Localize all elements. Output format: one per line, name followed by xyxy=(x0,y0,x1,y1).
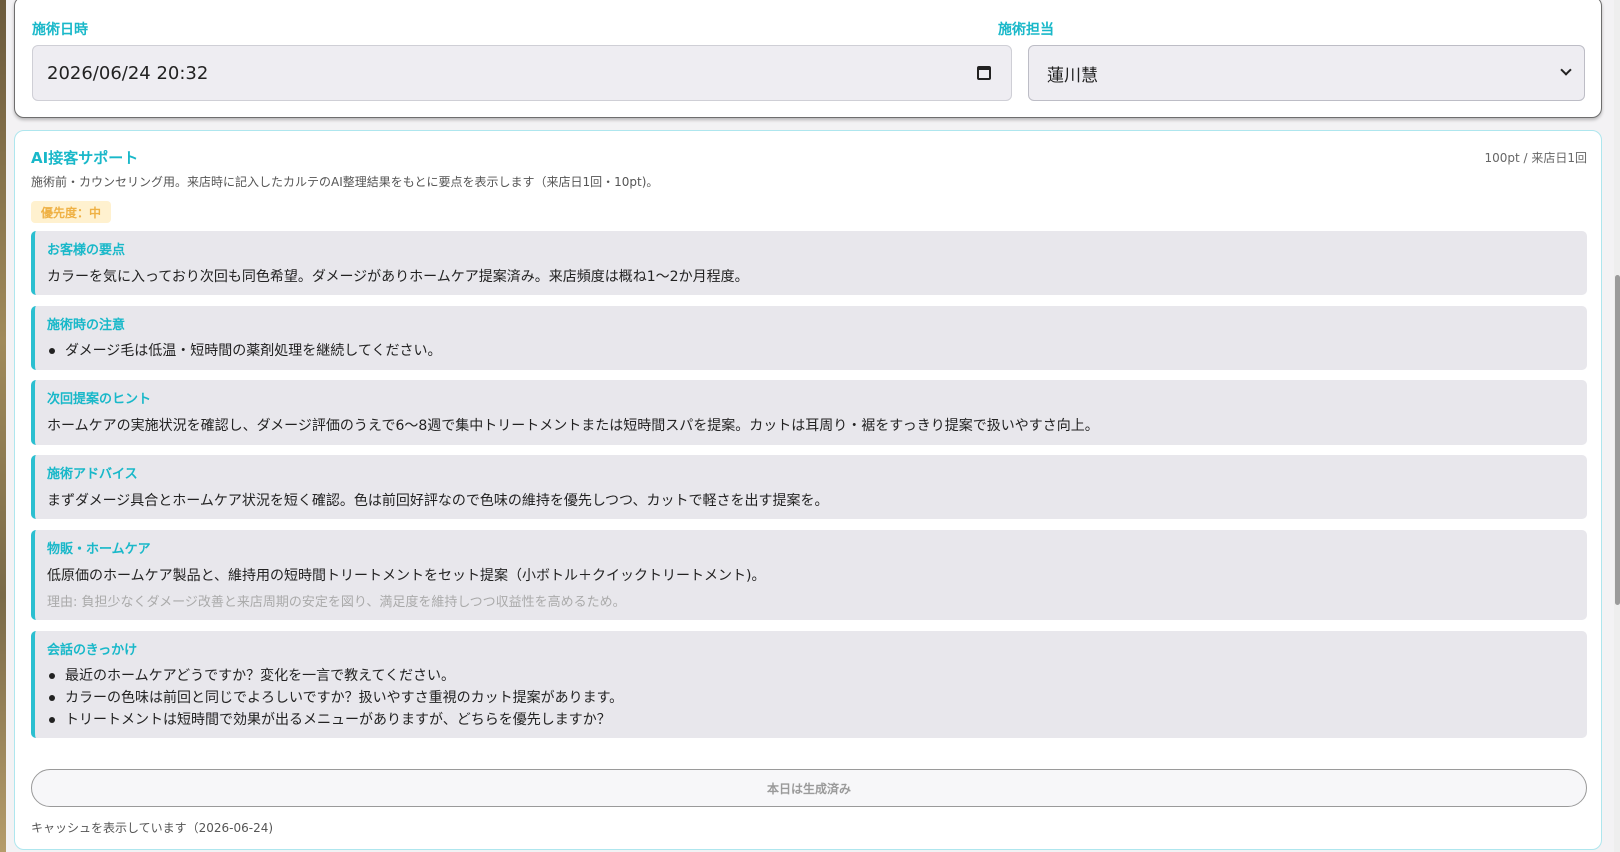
section-body: ホームケアの実施状況を確認し、ダメージ評価のうえで6〜8週で集中トリートメントま… xyxy=(47,418,1099,434)
list-item: ダメージ毛は低温・短時間の薬剤処理を継続してください。 xyxy=(47,340,1575,362)
ai-card-title: AI接客サポート xyxy=(31,149,139,167)
section-next-proposal-hints: 次回提案のヒント ホームケアの実施状況を確認し、ダメージ評価のうえで6〜8週で集… xyxy=(31,380,1587,445)
section-retail-homecare: 物販・ホームケア 低原価のホームケア製品と、維持用の短時間トリートメントをセット… xyxy=(31,530,1587,620)
treatment-form-card: 施術日時 2026/06/24 20:32 施術担当 蓮川慧 xyxy=(14,0,1602,118)
list-item: カラーの色味は前回と同じでよろしいですか？扱いやすさ重視のカット提案があります。 xyxy=(47,687,1575,709)
section-body: まずダメージ具合とホームケア状況を短く確認。色は前回好評なので色味の維持を優先し… xyxy=(47,493,829,509)
staff-selected-value: 蓮川慧 xyxy=(1047,65,1098,86)
section-body: 低原価のホームケア製品と、維持用の短時間トリートメントをセット提案（小ボトル＋ク… xyxy=(47,568,766,584)
list-item: トリートメントは短時間で効果が出るメニューがありますが、どちらを優先しますか？ xyxy=(47,709,1575,731)
priority-badge: 優先度：中 xyxy=(31,201,112,223)
list-item: 最近のホームケアどうですか？変化を一言で教えてください。 xyxy=(47,665,1575,687)
generate-button[interactable]: 本日は生成済み xyxy=(31,769,1587,807)
calendar-icon[interactable] xyxy=(977,66,991,80)
chevron-down-icon xyxy=(1560,64,1572,76)
cache-note: キャッシュを表示しています（2026-06-24) xyxy=(31,821,274,835)
section-reason: 理由: 負担少なくダメージ改善と来店周期の安定を図り、満足度を維持しつつ収益性を… xyxy=(47,595,626,610)
ai-price-note: 100pt / 来店日1回 xyxy=(1484,151,1587,165)
section-title: 次回提案のヒント xyxy=(47,392,152,407)
staff-select[interactable]: 蓮川慧 xyxy=(1028,45,1585,101)
staff-label: 施術担当 xyxy=(998,22,1054,38)
date-label: 施術日時 xyxy=(32,22,88,38)
page-viewport: 施術日時 2026/06/24 20:32 施術担当 蓮川慧 AI接客サポート … xyxy=(6,0,1614,852)
datetime-input[interactable]: 2026/06/24 20:32 xyxy=(32,45,1012,101)
datetime-value: 2026/06/24 20:32 xyxy=(47,62,209,84)
ai-description: 施術前・カウンセリング用。来店時に記入したカルテのAI整理結果をもとに要点を表示… xyxy=(31,175,659,189)
ai-support-card: AI接客サポート 100pt / 来店日1回 施術前・カウンセリング用。来店時に… xyxy=(14,130,1602,850)
section-title: お客様の要点 xyxy=(47,243,126,258)
section-treatment-cautions: 施術時の注意 ダメージ毛は低温・短時間の薬剤処理を継続してください。 xyxy=(31,306,1587,370)
section-treatment-advice: 施術アドバイス まずダメージ具合とホームケア状況を短く確認。色は前回好評なので色… xyxy=(31,455,1587,519)
section-customer-points: お客様の要点 カラーを気に入っており次回も同色希望。ダメージがありホームケア提案… xyxy=(31,231,1587,295)
section-title: 施術時の注意 xyxy=(47,318,126,333)
scrollbar[interactable] xyxy=(1614,0,1620,852)
section-conversation-starters: 会話のきっかけ 最近のホームケアどうですか？変化を一言で教えてください。 カラー… xyxy=(31,631,1587,738)
section-title: 会話のきっかけ xyxy=(47,643,138,658)
scrollbar-thumb[interactable] xyxy=(1615,275,1620,605)
section-body: カラーを気に入っており次回も同色希望。ダメージがありホームケア提案済み。来店頻度… xyxy=(47,269,749,285)
section-title: 施術アドバイス xyxy=(47,467,138,482)
section-title: 物販・ホームケア xyxy=(47,542,151,557)
